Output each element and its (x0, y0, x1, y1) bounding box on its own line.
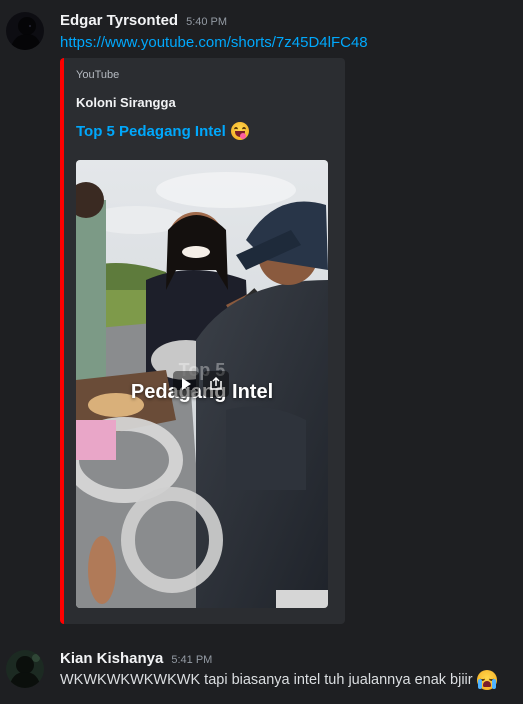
message-content: WKWKWKWKWKWK tapi biasanya intel tuh jua… (60, 670, 497, 690)
youtube-link[interactable]: https://www.youtube.com/shorts/7z45D4lFC… (60, 34, 368, 51)
embed-title-text[interactable]: Top 5 Pedagang Intel (76, 123, 226, 140)
embed-provider[interactable]: YouTube (76, 69, 119, 81)
message-header: Kian Kishanya 5:41 PM (60, 650, 212, 667)
message-text: WKWKWKWKWKWK tapi biasanya intel tuh jua… (60, 672, 473, 688)
embed-title[interactable]: Top 5 Pedagang Intel (76, 122, 249, 140)
message-header: Edgar Tyrsonted 5:40 PM (60, 12, 227, 29)
open-external-button[interactable] (203, 371, 229, 397)
avatar[interactable] (6, 650, 44, 688)
youtube-embed: YouTube Koloni Sirangga Top 5 Pedagang I… (60, 58, 345, 624)
embed-author[interactable]: Koloni Sirangga (76, 95, 176, 110)
timestamp: 5:41 PM (171, 654, 213, 666)
chat-log: Edgar Tyrsonted 5:40 PM https://www.yout… (0, 0, 523, 704)
message: Edgar Tyrsonted 5:40 PM https://www.yout… (0, 0, 523, 640)
video-thumbnail[interactable]: Top 5 Pedagang Intel (76, 160, 328, 608)
timestamp: 5:40 PM (186, 16, 228, 28)
external-link-icon (210, 377, 222, 390)
message: Kian Kishanya 5:41 PM WKWKWKWKWKWK tapi … (0, 640, 523, 704)
avatar[interactable] (6, 12, 44, 50)
play-icon (182, 378, 191, 390)
loudly-crying-emoji-icon (476, 670, 497, 690)
username[interactable]: Kian Kishanya (60, 650, 163, 667)
video-controls (173, 368, 229, 400)
play-button[interactable] (173, 371, 199, 397)
laughing-tongue-emoji-icon (230, 122, 249, 140)
username[interactable]: Edgar Tyrsonted (60, 12, 178, 29)
